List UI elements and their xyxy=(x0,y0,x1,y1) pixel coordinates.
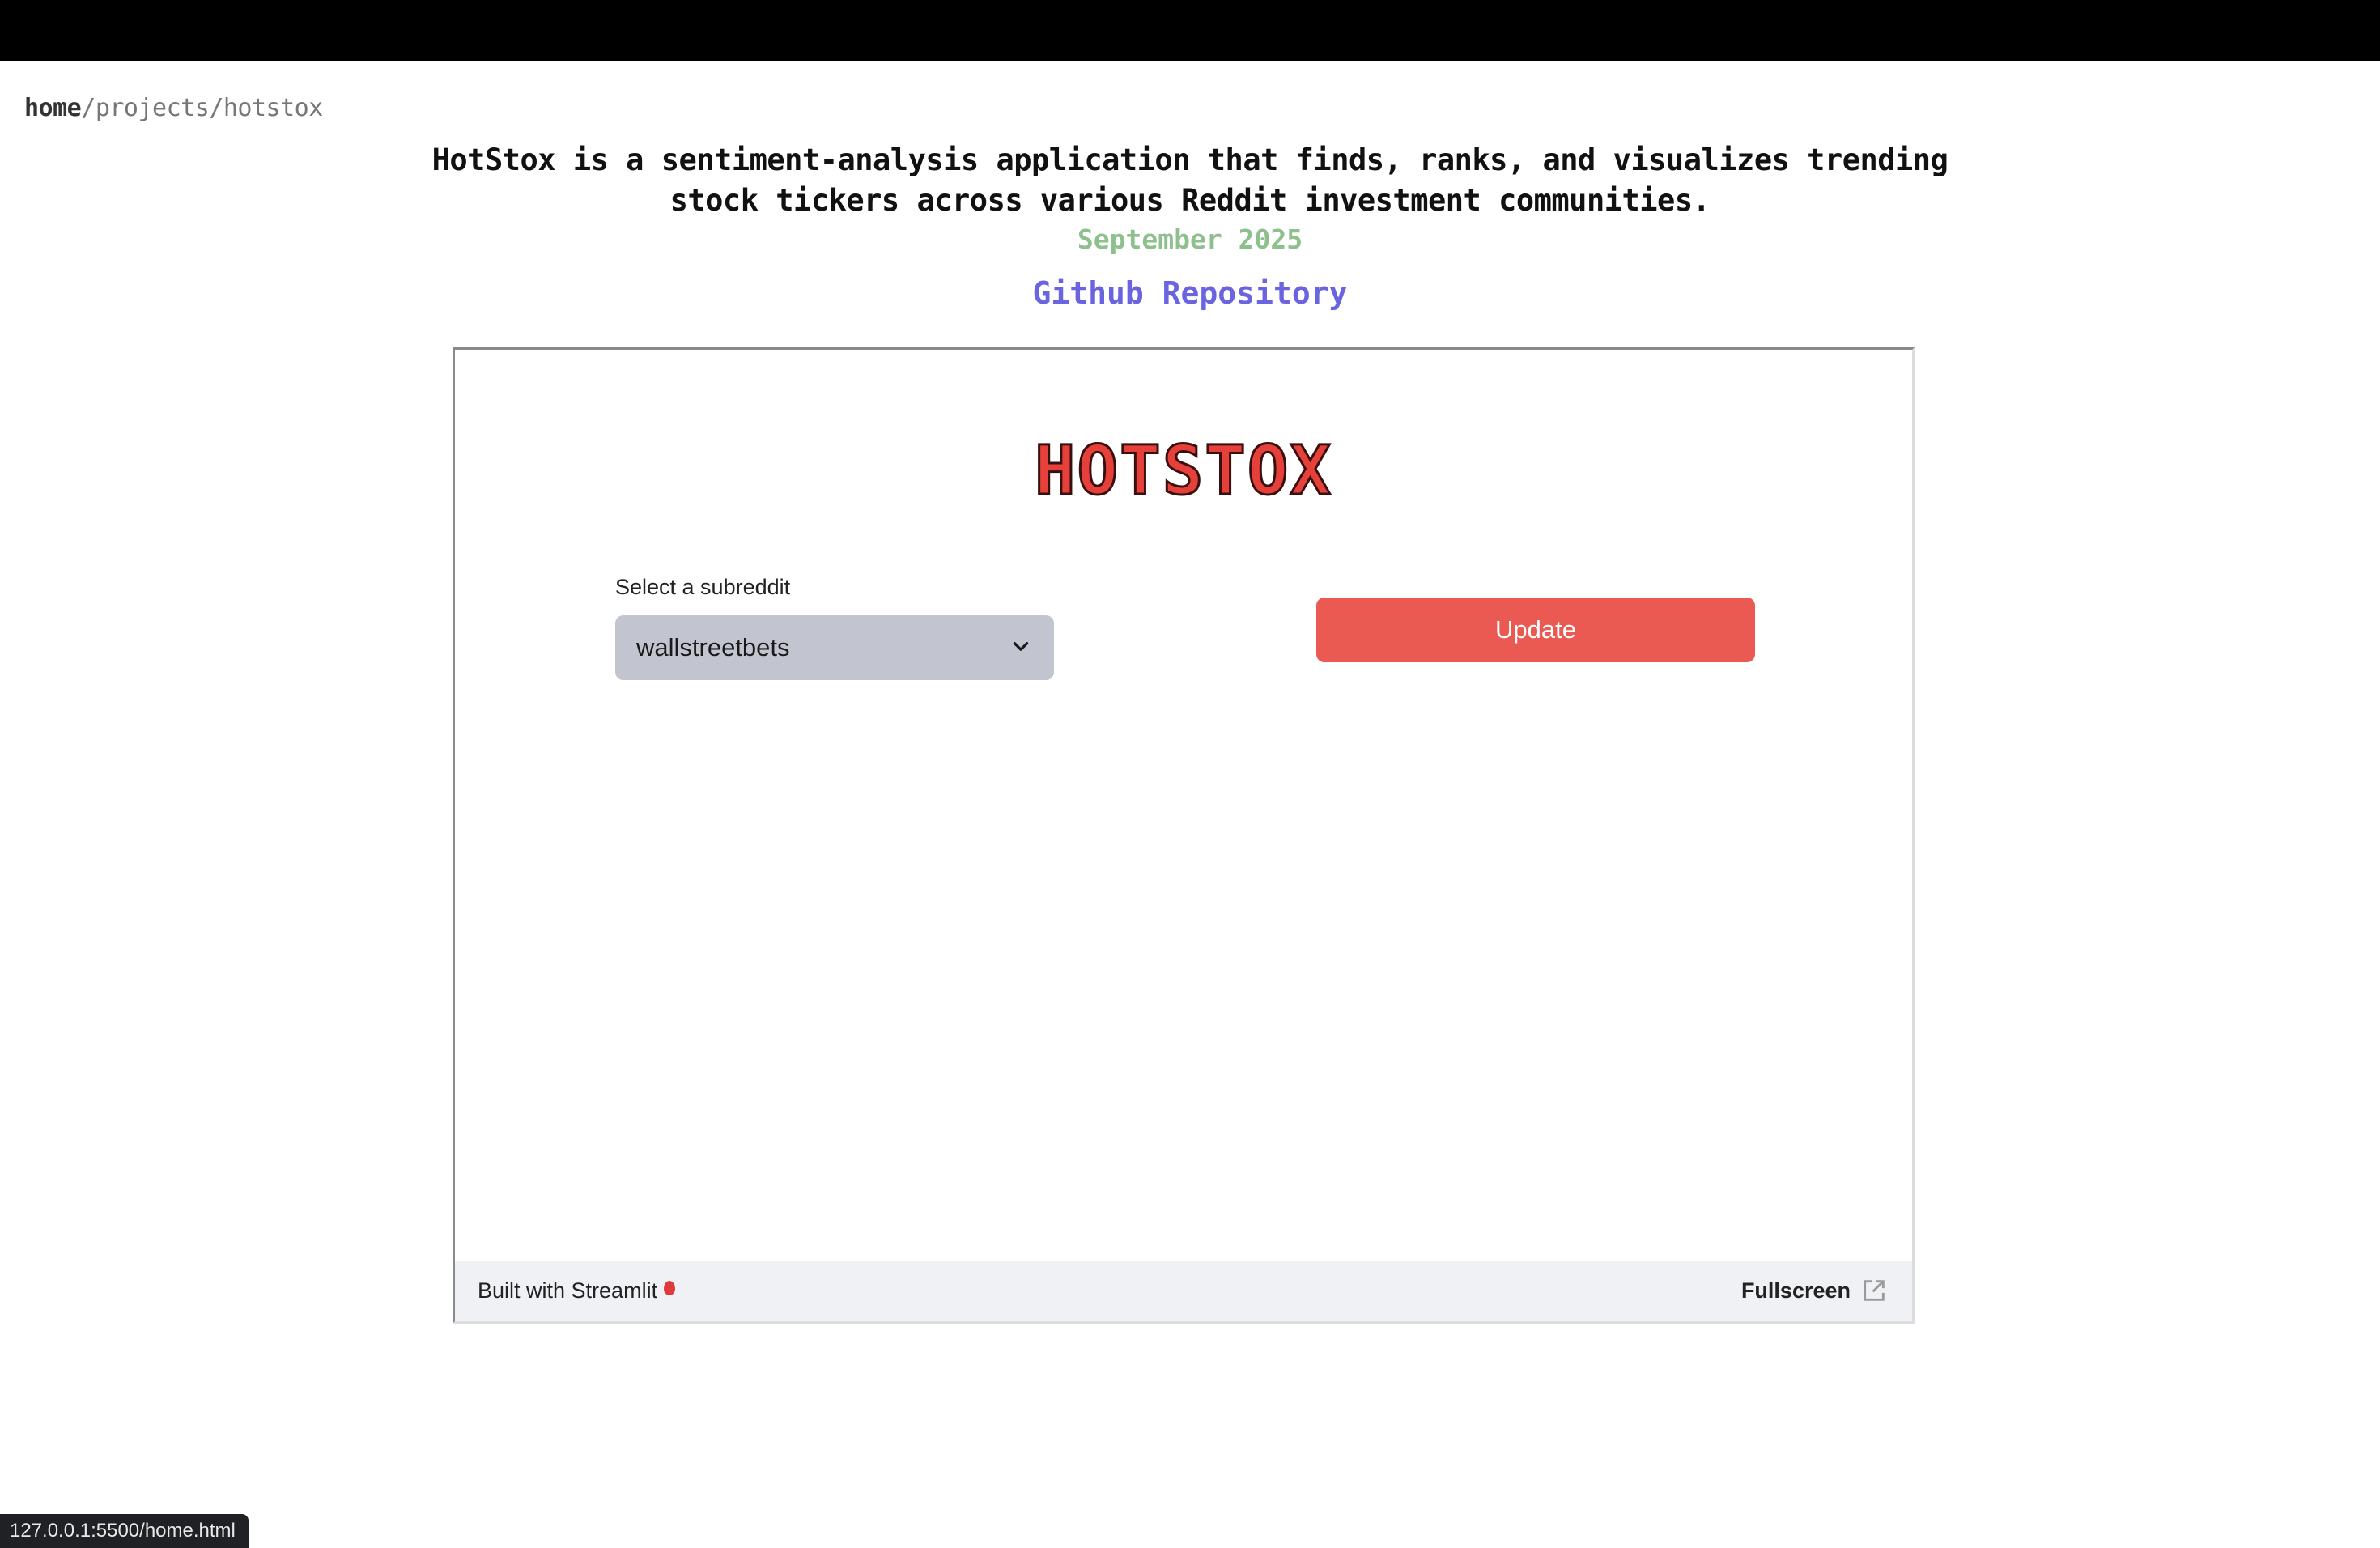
streamlit-app-embed: HOTSTOX Select a subreddit wallstreetbet… xyxy=(453,347,1915,1324)
external-link-icon xyxy=(1864,1280,1885,1301)
breadcrumb-home-link[interactable]: home xyxy=(24,94,82,122)
fullscreen-label: Fullscreen xyxy=(1740,1278,1851,1303)
chevron-down-icon xyxy=(1013,642,1029,651)
github-repository-link[interactable]: Github Repository xyxy=(1033,275,1348,311)
breadcrumb: home/projects/hotstox xyxy=(24,94,323,122)
repo-link-container: Github Repository xyxy=(0,275,2380,311)
subreddit-select-value: wallstreetbets xyxy=(636,633,790,661)
built-with-streamlit[interactable]: Built with Streamlit xyxy=(478,1278,676,1303)
built-with-label: Built with Streamlit xyxy=(478,1278,658,1303)
browser-top-bar xyxy=(0,0,2380,61)
fullscreen-button[interactable]: Fullscreen xyxy=(1741,1277,1888,1304)
breadcrumb-separator: / xyxy=(209,94,223,122)
subreddit-select[interactable]: wallstreetbets xyxy=(615,615,1054,680)
streamlit-footer: Built with Streamlit Fullscreen xyxy=(455,1261,1912,1321)
hotstox-logo: HOTSTOX xyxy=(1033,430,1332,512)
balloon-icon xyxy=(664,1280,676,1295)
update-button[interactable]: Update xyxy=(1316,598,1755,662)
status-bar-url: 127.0.0.1:5500/home.html xyxy=(0,1514,249,1548)
breadcrumb-separator: / xyxy=(81,94,96,122)
breadcrumb-current: hotstox xyxy=(223,94,323,122)
subreddit-select-label: Select a subreddit xyxy=(615,575,791,599)
project-description: HotStox is a sentiment-analysis applicat… xyxy=(431,142,1949,218)
project-date: September 2025 xyxy=(1077,223,1303,255)
breadcrumb-projects-link[interactable]: projects xyxy=(96,94,210,122)
